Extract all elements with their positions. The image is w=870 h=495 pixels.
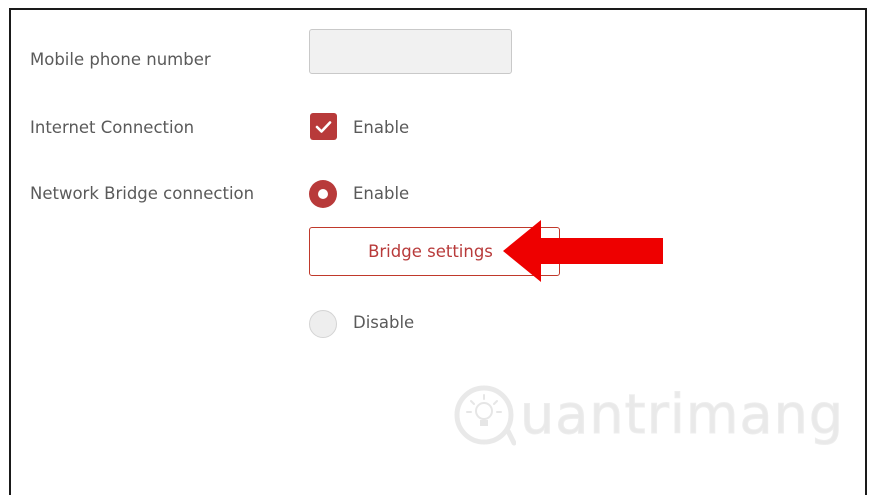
internet-connection-label: Internet Connection [30,118,195,137]
bridge-enable-radio[interactable] [309,180,337,208]
watermark: uantrimang [452,383,844,447]
network-bridge-label: Network Bridge connection [30,184,255,203]
bridge-disable-label: Disable [353,313,415,332]
lightbulb-icon [454,385,516,446]
internet-connection-checkbox[interactable] [310,113,337,140]
internet-connection-enable-label: Enable [353,118,410,137]
bridge-enable-label: Enable [353,184,410,203]
radio-selected-dot [318,189,328,199]
watermark-text: uantrimang [519,383,845,446]
mobile-phone-label: Mobile phone number [30,50,211,69]
bridge-disable-radio[interactable] [309,310,337,338]
checkmark-icon [315,120,332,133]
mobile-phone-input[interactable] [309,29,512,74]
arrow-left-icon [503,220,663,282]
